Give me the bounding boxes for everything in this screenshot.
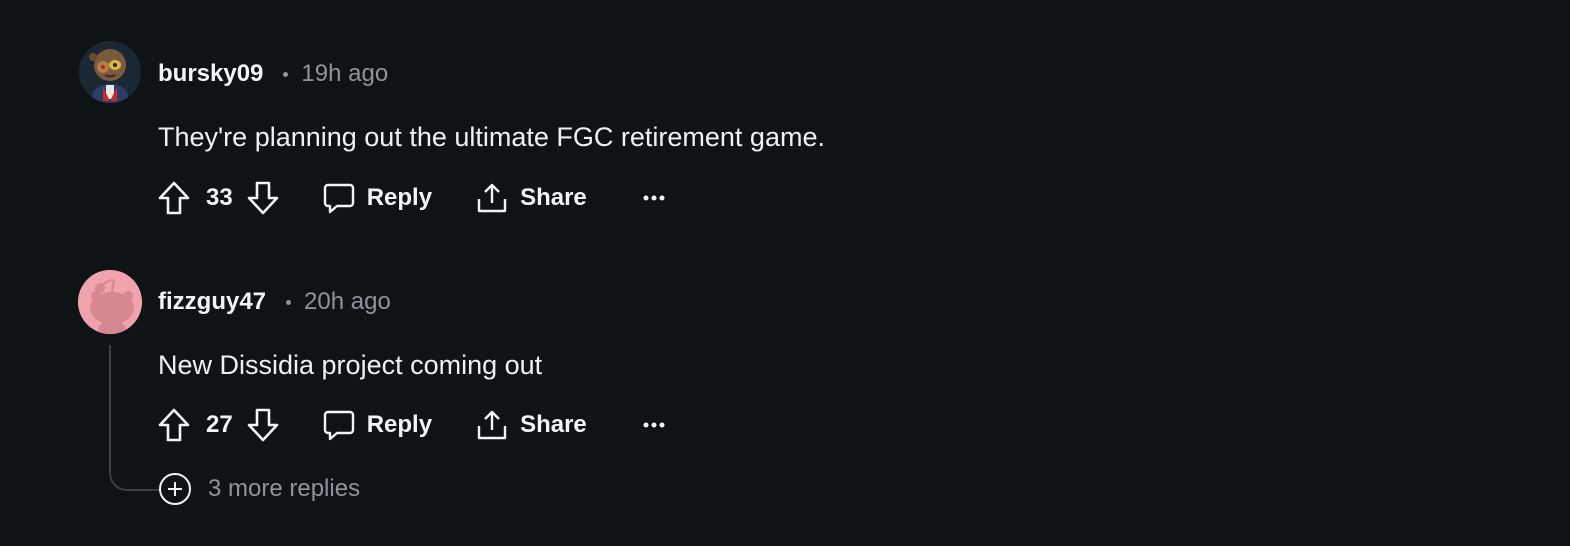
- more-replies-label: 3 more replies: [208, 475, 361, 502]
- separator-dot: [286, 299, 292, 305]
- vote-score: 33: [206, 184, 233, 211]
- more-options-button[interactable]: [643, 421, 665, 429]
- ellipsis-icon: [643, 195, 665, 201]
- vote-group: 33: [158, 181, 279, 215]
- upvote-arrow-icon: [158, 181, 190, 215]
- share-label: Share: [520, 411, 587, 438]
- ellipsis-icon: [643, 422, 665, 428]
- vote-group: 27: [158, 408, 279, 442]
- speech-bubble-icon: [323, 183, 354, 214]
- comment-body: New Dissidia project coming out: [158, 350, 543, 380]
- downvote-button[interactable]: [247, 408, 279, 442]
- upvote-arrow-icon: [158, 408, 190, 442]
- timestamp[interactable]: 20h ago: [304, 288, 391, 316]
- downvote-button[interactable]: [247, 181, 279, 215]
- reply-button[interactable]: Reply: [323, 182, 432, 214]
- comment-meta: bursky09 19h ago: [158, 54, 388, 94]
- avatar[interactable]: [78, 270, 142, 334]
- share-button[interactable]: Share: [476, 182, 587, 214]
- reply-label: Reply: [366, 411, 433, 438]
- username[interactable]: fizzguy47: [158, 288, 266, 316]
- share-icon: [477, 183, 507, 213]
- more-options-button[interactable]: [643, 194, 665, 202]
- speech-bubble-icon: [323, 410, 354, 441]
- timestamp[interactable]: 19h ago: [301, 60, 388, 88]
- comment-thread: bursky09 19h ago They're planning out th…: [0, 0, 1570, 546]
- upvote-button[interactable]: [158, 181, 190, 215]
- share-label: Share: [520, 184, 587, 211]
- comment-actions: 33 Reply Share: [158, 175, 665, 221]
- reply-label: Reply: [366, 184, 433, 211]
- avatar-snoo-icon: [79, 41, 141, 103]
- more-replies-button[interactable]: 3 more replies: [158, 472, 360, 506]
- comment-body: They're planning out the ultimate FGC re…: [158, 122, 825, 152]
- downvote-arrow-icon: [247, 408, 279, 442]
- share-button[interactable]: Share: [476, 409, 587, 441]
- comment-meta: fizzguy47 20h ago: [158, 282, 391, 322]
- share-icon: [477, 410, 507, 440]
- reply-button[interactable]: Reply: [323, 409, 432, 441]
- username[interactable]: bursky09: [158, 60, 263, 88]
- plus-circle-icon: [159, 473, 191, 505]
- avatar[interactable]: [79, 41, 141, 103]
- upvote-button[interactable]: [158, 408, 190, 442]
- avatar-default-snoo-icon: [78, 270, 142, 334]
- comment-actions: 27 Reply Share: [158, 402, 665, 448]
- thread-connector-line: [109, 345, 161, 491]
- downvote-arrow-icon: [247, 181, 279, 215]
- vote-score: 27: [206, 411, 233, 438]
- separator-dot: [283, 71, 289, 77]
